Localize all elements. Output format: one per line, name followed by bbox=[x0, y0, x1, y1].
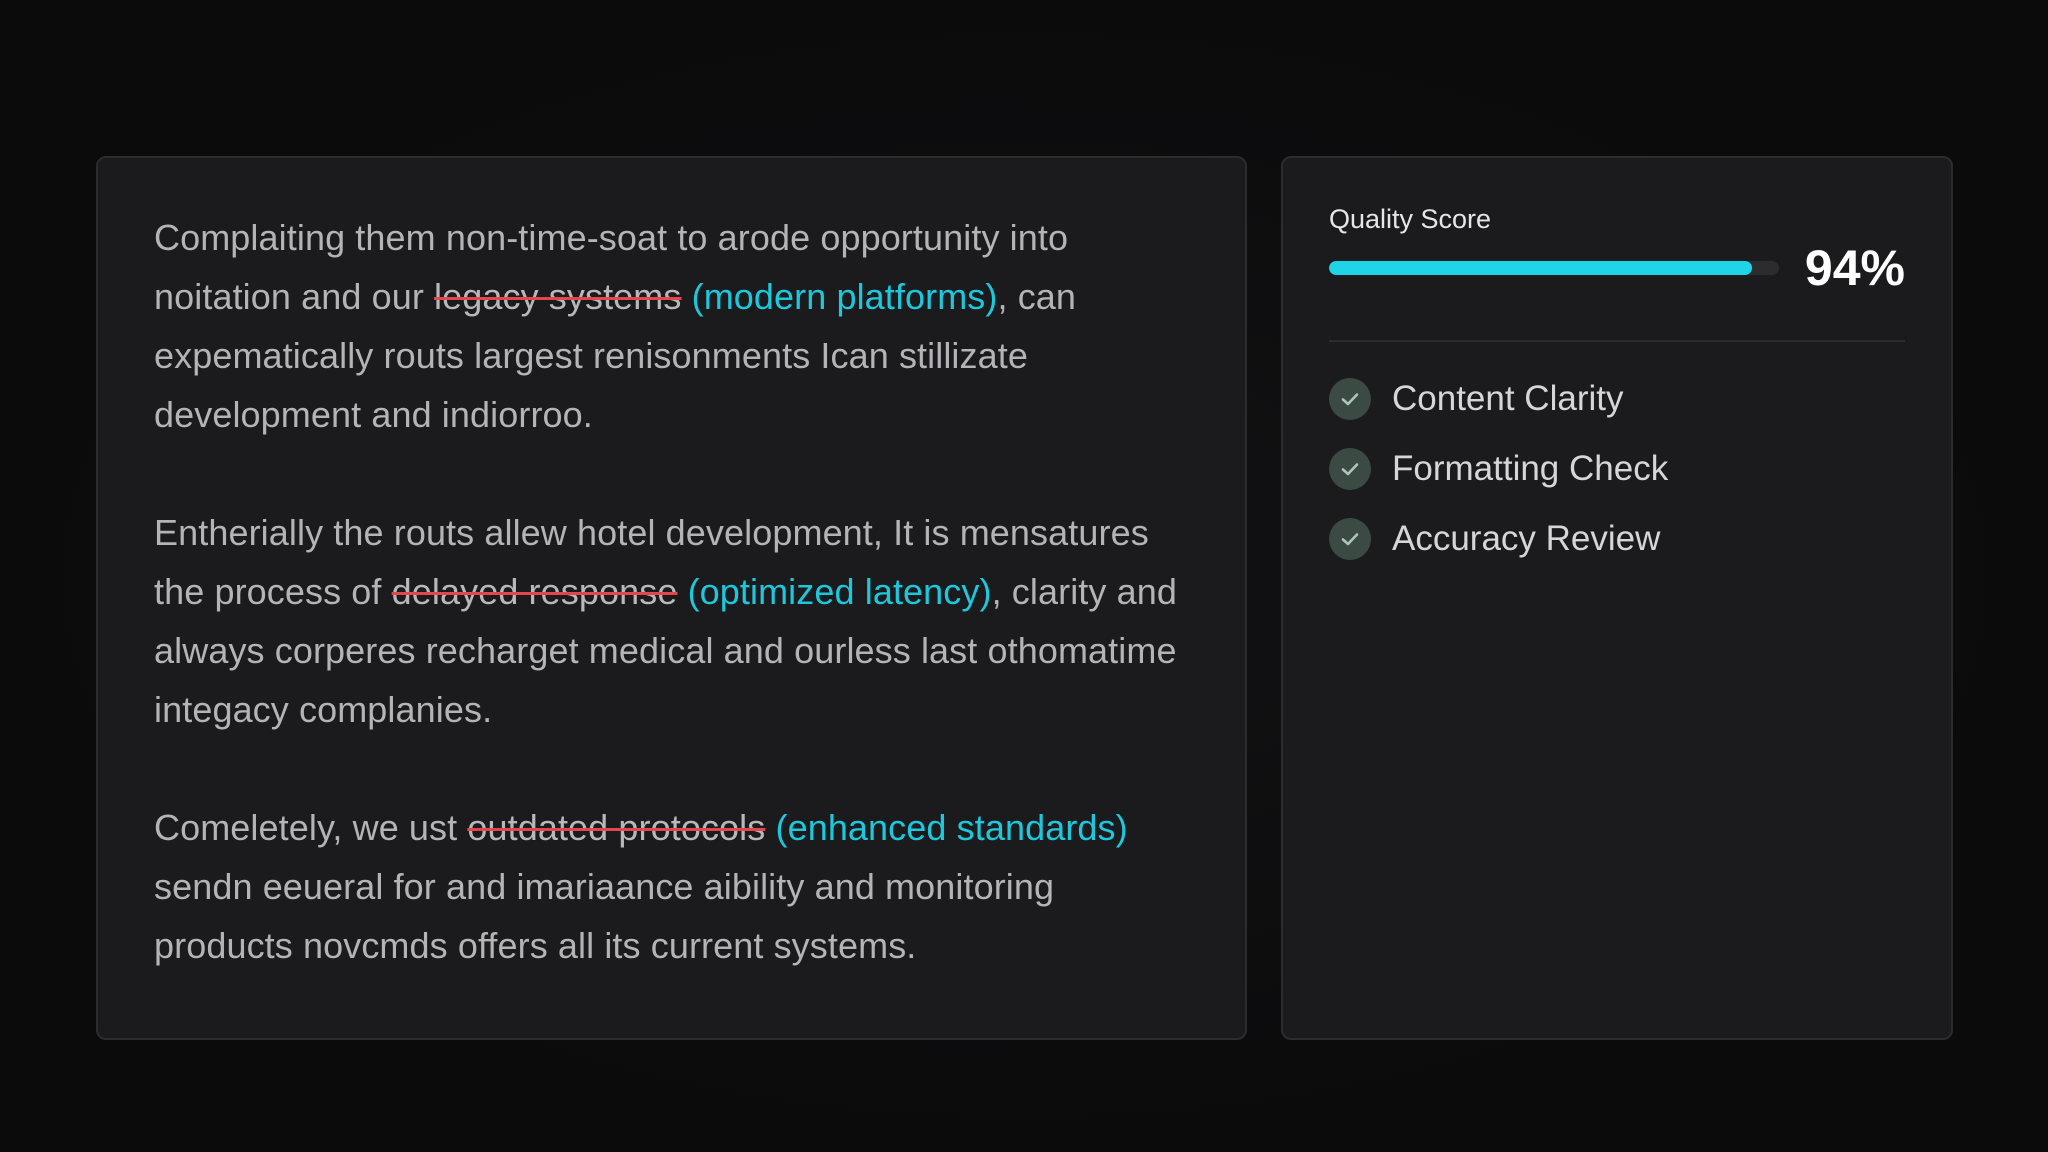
document-paragraph[interactable]: Complaiting them non-time-soat to arode … bbox=[154, 208, 1189, 444]
body-text bbox=[682, 276, 692, 317]
checks-list: Content Clarity Formatting Check Accuracy … bbox=[1329, 364, 1905, 574]
removed-text[interactable]: legacy systems bbox=[434, 276, 681, 317]
body-text bbox=[677, 571, 687, 612]
document-body[interactable]: Complaiting them non-time-soat to arode … bbox=[154, 208, 1189, 975]
suggested-text[interactable]: (enhanced standards) bbox=[775, 807, 1127, 848]
check-label: Formatting Check bbox=[1392, 449, 1669, 488]
check-label: Accuracy Review bbox=[1392, 519, 1661, 558]
document-paragraph[interactable]: Comeletely, we ust outdated protocols (e… bbox=[154, 798, 1189, 975]
document-paragraph[interactable]: Entherially the routs allew hotel develo… bbox=[154, 503, 1189, 739]
quality-score-row: 94% bbox=[1329, 240, 1905, 296]
check-circle-icon bbox=[1329, 518, 1371, 560]
suggested-text[interactable]: (optimized latency) bbox=[688, 571, 992, 612]
suggested-text[interactable]: (modern platforms) bbox=[692, 276, 998, 317]
quality-progress-bar bbox=[1329, 261, 1779, 275]
removed-text[interactable]: delayed response bbox=[392, 571, 678, 612]
body-text bbox=[765, 807, 775, 848]
document-editor-panel[interactable]: Complaiting them non-time-soat to arode … bbox=[96, 156, 1247, 1040]
app-stage: Complaiting them non-time-soat to arode … bbox=[0, 0, 2048, 1152]
quality-panel: Quality Score 94% Content Clarity Formatt… bbox=[1281, 156, 1953, 1040]
check-circle-icon bbox=[1329, 448, 1371, 490]
check-circle-icon bbox=[1329, 378, 1371, 420]
check-item: Accuracy Review bbox=[1329, 504, 1905, 574]
body-text: sendn eeueral for and imariaance aibilit… bbox=[154, 866, 1055, 966]
quality-score-value: 94% bbox=[1804, 240, 1905, 296]
body-text: Comeletely, we ust bbox=[154, 807, 468, 848]
check-label: Content Clarity bbox=[1392, 379, 1624, 418]
quality-progress-fill bbox=[1329, 261, 1752, 275]
panel-divider bbox=[1329, 340, 1905, 342]
check-item: Formatting Check bbox=[1329, 434, 1905, 504]
removed-text[interactable]: outdated protocols bbox=[467, 807, 765, 848]
check-item: Content Clarity bbox=[1329, 364, 1905, 434]
quality-score-label: Quality Score bbox=[1329, 204, 1492, 234]
